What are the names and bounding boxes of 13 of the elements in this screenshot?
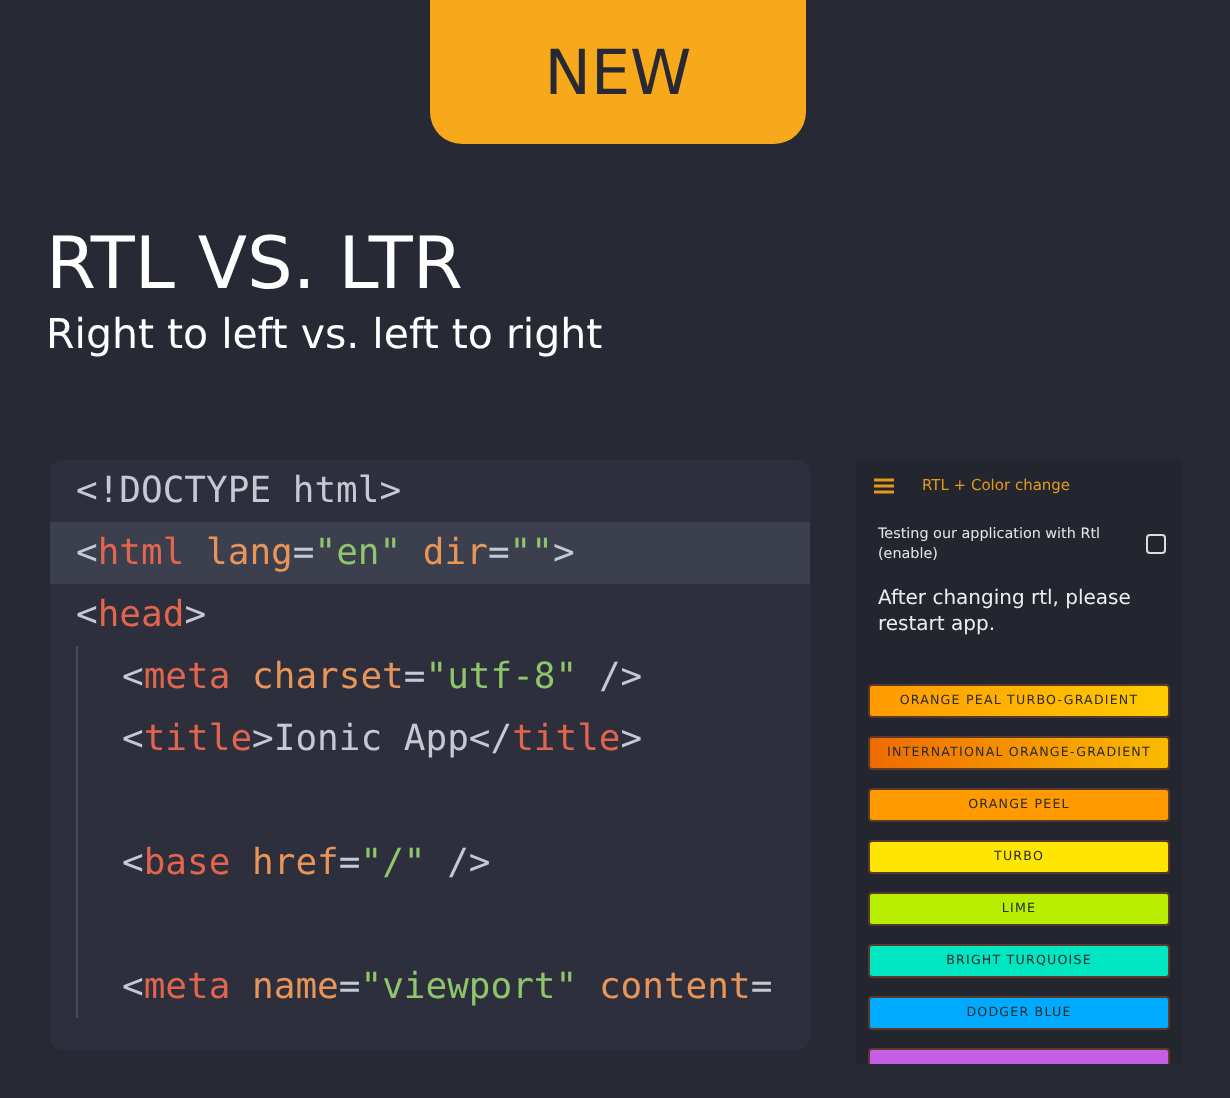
subtitle: Right to left vs. left to right bbox=[46, 308, 603, 360]
code-line: <meta name="viewport" content= bbox=[122, 966, 773, 1008]
code-line: <title>Ionic App</title> bbox=[122, 718, 643, 760]
rtl-checkbox[interactable] bbox=[1146, 533, 1166, 553]
code-line: <!DOCTYPE html> bbox=[76, 470, 402, 512]
menu-icon[interactable] bbox=[874, 477, 894, 493]
code-line: <html lang="en" dir=""> bbox=[76, 532, 575, 574]
title: RTL VS. LTR bbox=[46, 224, 463, 308]
new-badge: NEW bbox=[430, 0, 806, 144]
code-line: <head> bbox=[76, 594, 207, 636]
code-line: <meta charset="utf-8" /> bbox=[122, 656, 643, 698]
restart-notice: After changing rtl, please restart app. bbox=[876, 586, 1133, 638]
code-line: <base href="/" /> bbox=[122, 842, 491, 884]
